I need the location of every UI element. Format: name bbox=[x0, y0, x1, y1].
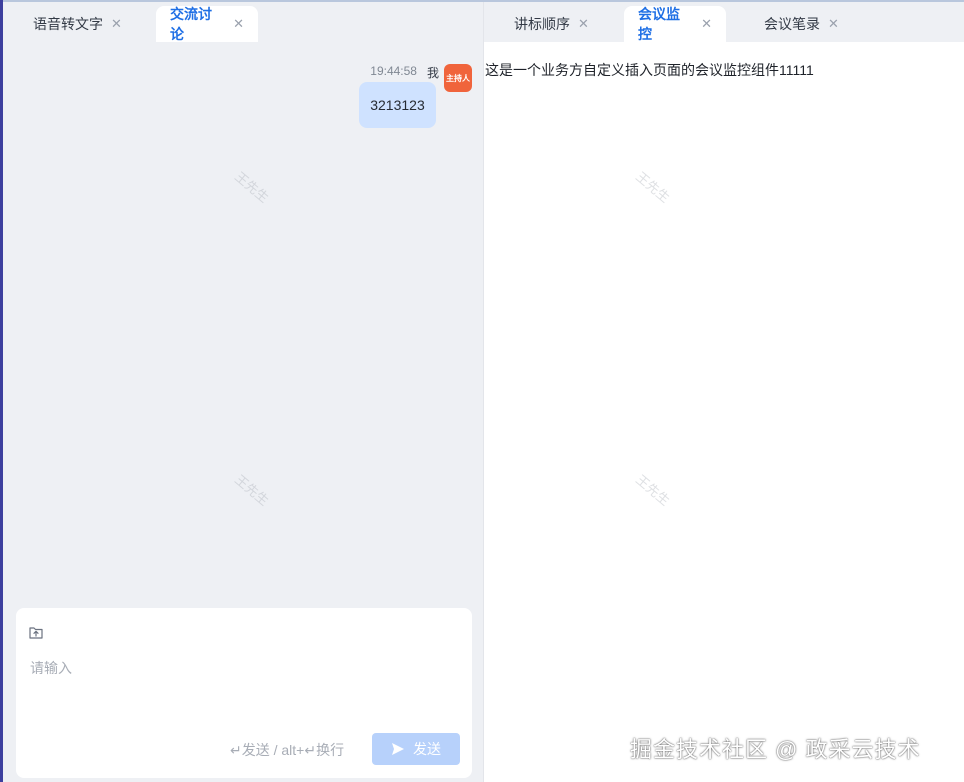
close-icon[interactable]: ✕ bbox=[701, 16, 712, 32]
send-icon bbox=[392, 743, 404, 755]
message-sender: 我 bbox=[426, 66, 439, 80]
left-tabbar: 语音转文字 ✕ 交流讨论 ✕ bbox=[3, 2, 483, 42]
tab-discussion[interactable]: 交流讨论 ✕ bbox=[156, 6, 258, 42]
footer-brand-watermark: 掘金技术社区 @ 政采云技术 bbox=[630, 737, 921, 762]
upload-icon[interactable] bbox=[28, 624, 44, 640]
meeting-monitor-content: 这是一个业务方自定义插入页面的会议监控组件11111 bbox=[485, 62, 814, 78]
shortcut-hint: ↵发送 / alt+↵换行 bbox=[230, 742, 345, 758]
message-text: 3213123 bbox=[370, 97, 425, 113]
close-icon[interactable]: ✕ bbox=[578, 16, 589, 32]
tab-speech-to-text[interactable]: 语音转文字 ✕ bbox=[19, 6, 136, 42]
avatar: 主持人 bbox=[444, 64, 472, 92]
watermark: 王先生 bbox=[633, 168, 673, 206]
left-panel: 语音转文字 ✕ 交流讨论 ✕ 19:44:58 我 主持人 3213123 王先… bbox=[3, 2, 483, 782]
message-meta: 19:44:58 我 bbox=[370, 64, 439, 81]
tab-meeting-monitor[interactable]: 会议监控 ✕ bbox=[624, 6, 726, 42]
watermark: 王先生 bbox=[232, 471, 272, 509]
watermark: 王先生 bbox=[633, 471, 673, 509]
watermark: 王先生 bbox=[232, 168, 272, 206]
close-icon[interactable]: ✕ bbox=[828, 16, 839, 32]
tab-bid-order[interactable]: 讲标顺序 ✕ bbox=[500, 6, 603, 42]
send-label: 发送 bbox=[413, 741, 441, 757]
message-bubble: 3213123 bbox=[359, 82, 436, 128]
tab-label: 会议监控 bbox=[638, 6, 680, 42]
tab-label: 会议笔录 bbox=[764, 16, 820, 32]
tab-label: 交流讨论 bbox=[170, 6, 212, 42]
right-tabbar: 讲标顺序 ✕ 会议监控 ✕ 会议笔录 ✕ bbox=[484, 2, 964, 42]
close-icon[interactable]: ✕ bbox=[111, 16, 122, 32]
send-button[interactable]: 发送 bbox=[372, 733, 460, 765]
tab-meeting-notes[interactable]: 会议笔录 ✕ bbox=[750, 6, 853, 42]
message-time: 19:44:58 bbox=[370, 64, 417, 78]
tab-label: 讲标顺序 bbox=[514, 16, 570, 32]
message-composer: ↵发送 / alt+↵换行 发送 bbox=[16, 608, 472, 778]
right-panel: 讲标顺序 ✕ 会议监控 ✕ 会议笔录 ✕ 这是一个业务方自定义插入页面的会议监控… bbox=[483, 2, 964, 782]
tab-label: 语音转文字 bbox=[33, 16, 103, 32]
close-icon[interactable]: ✕ bbox=[233, 16, 244, 32]
message-input[interactable] bbox=[30, 656, 450, 680]
